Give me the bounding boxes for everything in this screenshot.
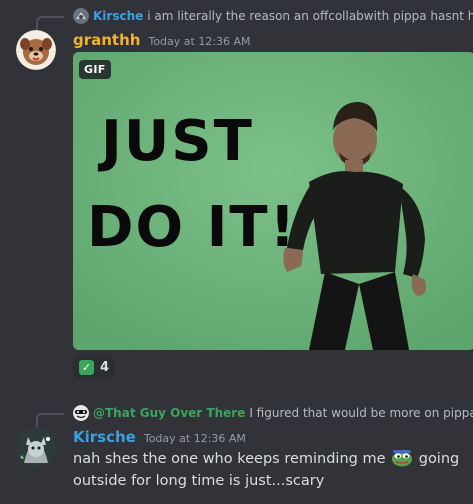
- reply-spine: [36, 16, 64, 30]
- reply-text: i am literally the reason an offcollabwi…: [147, 9, 473, 23]
- message-header: granthh Today at 12:36 AM: [73, 30, 251, 50]
- reaction-count: 4: [100, 359, 110, 375]
- message-content: nah shes the one who keeps reminding me …: [73, 448, 463, 492]
- username[interactable]: granthh: [73, 30, 140, 50]
- chat-scroller[interactable]: Kirsche i am literally the reason an off…: [0, 0, 473, 504]
- timestamp[interactable]: Today at 12:36 AM: [148, 35, 250, 48]
- message-text-part-1: nah shes the one who keeps reminding me: [73, 451, 386, 467]
- gif-badge: GIF: [79, 60, 111, 79]
- reply-avatar-icon: [73, 405, 89, 421]
- reply-avatar-icon: [73, 8, 89, 24]
- pepe-emoji-icon: [391, 449, 413, 467]
- avatar[interactable]: [16, 427, 56, 467]
- reply-preview[interactable]: Kirsche i am literally the reason an off…: [73, 8, 473, 24]
- gif-caption-line-2: DO IT!: [87, 195, 298, 260]
- timestamp[interactable]: Today at 12:36 AM: [144, 432, 246, 445]
- message-text-part-2: going: [418, 451, 460, 467]
- reply-text: I figured that would be more on pippa: [249, 406, 473, 420]
- gif-caption-line-1: JUST: [101, 109, 254, 174]
- reply-preview[interactable]: @That Guy Over There I figured that woul…: [73, 405, 473, 421]
- reply-spine: [36, 413, 64, 427]
- reaction-check[interactable]: ✓ 4: [73, 355, 116, 379]
- check-mark-icon: ✓: [79, 359, 94, 375]
- reply-author[interactable]: @That Guy Over There: [93, 405, 245, 421]
- gif-attachment[interactable]: GIF JUST DO IT!: [73, 52, 473, 350]
- message-header: Kirsche Today at 12:36 AM: [73, 427, 246, 447]
- reply-author[interactable]: Kirsche: [93, 8, 143, 24]
- message-text-line-2: outside for long time is just...scary: [73, 473, 325, 489]
- username[interactable]: Kirsche: [73, 427, 136, 447]
- avatar[interactable]: [16, 30, 56, 70]
